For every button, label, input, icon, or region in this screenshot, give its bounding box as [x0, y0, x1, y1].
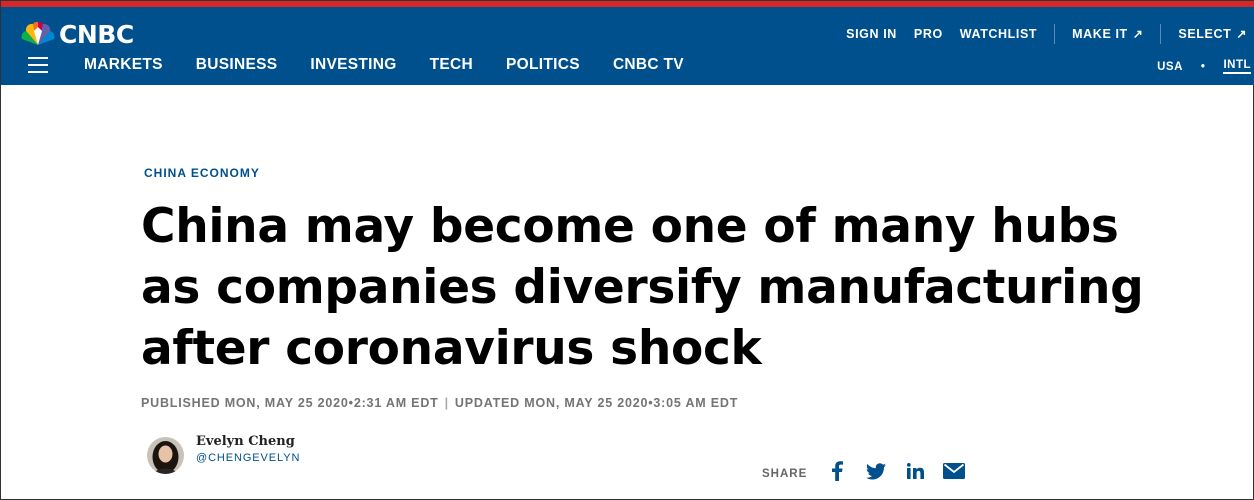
external-arrow-icon: ↗ [1132, 27, 1144, 41]
region-switcher: USA • INTL [1157, 59, 1251, 74]
region-dot: • [1200, 60, 1206, 73]
utility-nav: SIGN IN PRO WATCHLIST MAKE IT ↗ SELECT ↗ [846, 24, 1254, 44]
sign-in-link[interactable]: SIGN IN [846, 27, 897, 41]
nav-business[interactable]: BUSINESS [196, 56, 278, 74]
author-avatar[interactable] [147, 437, 184, 474]
headline-line: China may become one of many hubs [141, 199, 1119, 254]
peacock-icon [21, 21, 55, 45]
author-photo [147, 437, 184, 474]
timestamp-separator: | [444, 396, 449, 410]
nav-politics[interactable]: POLITICS [506, 56, 580, 74]
nav-markets[interactable]: MARKETS [84, 56, 163, 74]
article-kicker[interactable]: CHINA ECONOMY [144, 166, 260, 180]
nav-tech[interactable]: TECH [430, 56, 473, 74]
nav-investing[interactable]: INVESTING [310, 56, 396, 74]
brand-name: CNBC [59, 19, 134, 49]
headline-line: as companies diversify manufacturing [141, 260, 1144, 315]
email-icon[interactable] [943, 461, 966, 481]
nav-cnbc-tv[interactable]: CNBC TV [613, 56, 684, 74]
headline-line: after coronavirus shock [141, 321, 762, 376]
external-arrow-icon: ↗ [1236, 27, 1247, 41]
select-link[interactable]: SELECT ↗ [1178, 27, 1247, 41]
make-it-link[interactable]: MAKE IT ↗ [1072, 27, 1143, 41]
nav-divider [1160, 24, 1162, 44]
share-bar: SHARE [762, 461, 982, 481]
updated-time: UPDATED MON, MAY 25 2020•3:05 AM EDT [454, 396, 739, 410]
article-headline: China may become one of many hubs as com… [141, 196, 1221, 379]
cnbc-logo[interactable]: CNBC [20, 19, 134, 49]
menu-icon[interactable] [28, 57, 48, 73]
watchlist-link[interactable]: WATCHLIST [960, 27, 1037, 41]
author-name[interactable]: Evelyn Cheng [196, 434, 295, 449]
main-nav: MARKETS BUSINESS INVESTING TECH POLITICS… [84, 56, 717, 74]
article-timestamp: PUBLISHED MON, MAY 25 2020•2:31 AM EDT | U… [141, 396, 738, 410]
twitter-icon[interactable] [865, 461, 887, 481]
region-intl[interactable]: INTL [1223, 59, 1251, 74]
published-time: PUBLISHED MON, MAY 25 2020•2:31 AM EDT [141, 396, 439, 410]
region-usa[interactable]: USA [1157, 61, 1183, 73]
author-twitter-handle[interactable]: @CHENGEVELYN [196, 452, 300, 464]
share-label: SHARE [762, 468, 808, 480]
site-header: CNBC MARKETS BUSINESS INVESTING TECH POL… [1, 7, 1254, 85]
nav-divider [1054, 24, 1056, 44]
pro-link[interactable]: PRO [914, 27, 943, 41]
linkedin-icon[interactable] [904, 461, 926, 481]
facebook-icon[interactable] [826, 461, 848, 481]
